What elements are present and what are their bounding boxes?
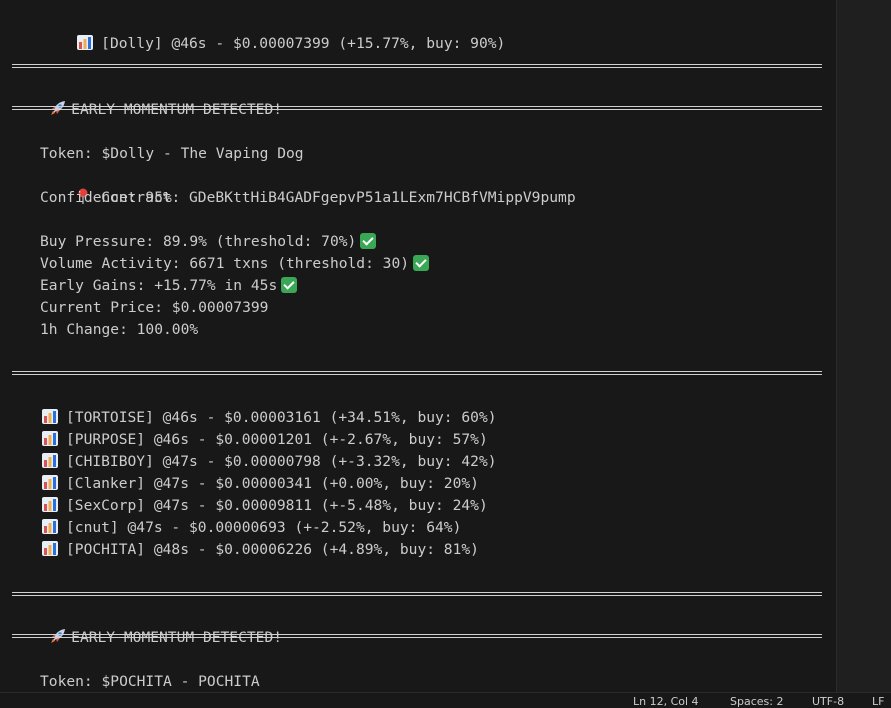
volume-line: Volume Activity: 6671 txns (threshold: 3…	[40, 253, 430, 275]
change-line: 1h Change: 100.00%	[40, 321, 199, 338]
price-tick-line: [SexCorp] @47s - $0.00009811 (+-5.48%, b…	[40, 495, 488, 517]
bar-chart-icon	[42, 541, 58, 556]
status-bar: Ln 12, Col 4 Spaces: 2 UTF-8 LF	[0, 692, 891, 708]
bar-chart-icon	[42, 497, 58, 512]
price-tick-line: [Clanker] @47s - $0.00000341 (+0.00%, bu…	[40, 473, 479, 495]
price-tick-line: [POCHITA] @48s - $0.00006226 (+4.89%, bu…	[40, 539, 479, 561]
alert-title: EARLY MOMENTUM DETECTED!	[14, 77, 282, 118]
volume-text: Volume Activity: 6671 txns (threshold: 3…	[40, 255, 410, 272]
encoding[interactable]: UTF-8	[812, 695, 844, 708]
bar-chart-icon	[77, 35, 94, 50]
bar-chart-icon	[42, 409, 58, 424]
indentation[interactable]: Spaces: 2	[730, 695, 783, 708]
bar-chart-icon	[42, 475, 58, 490]
buy-pressure-line: Buy Pressure: 89.9% (threshold: 70%)	[40, 231, 377, 253]
price-tick-line: [CHIBIBOY] @47s - $0.00000798 (+-3.32%, …	[40, 451, 497, 473]
separator	[12, 371, 822, 375]
buy-pressure-text: Buy Pressure: 89.9% (threshold: 70%)	[40, 233, 357, 250]
bar-chart-icon	[42, 431, 58, 446]
separator	[12, 106, 822, 110]
separator	[12, 64, 822, 68]
price-tick-line: [Dolly] @46s - $0.00007399 (+15.77%, buy…	[40, 11, 505, 52]
tick-text: [PURPOSE] @46s - $0.00001201 (+-2.67%, b…	[66, 431, 488, 448]
price-tick-line: [TORTOISE] @46s - $0.00003161 (+34.51%, …	[40, 407, 497, 429]
separator	[12, 592, 822, 596]
tick-text: [SexCorp] @47s - $0.00009811 (+-5.48%, b…	[66, 497, 488, 514]
tick-text: [cnut] @47s - $0.00000693 (+-2.52%, buy:…	[66, 519, 462, 536]
contract-text: Contract: GDeBKttHiB4GADFgepvP51a1LExm7H…	[101, 189, 576, 206]
check-mark-icon	[281, 277, 298, 293]
tick-text: [Clanker] @47s - $0.00000341 (+0.00%, bu…	[66, 475, 479, 492]
bar-chart-icon	[42, 519, 58, 534]
terminal-output: [Dolly] @46s - $0.00007399 (+15.77%, buy…	[0, 0, 836, 692]
gains-text: Early Gains: +15.77% in 45s	[40, 277, 278, 294]
check-mark-icon	[413, 255, 430, 271]
alert-title: EARLY MOMENTUM DETECTED!	[14, 605, 282, 646]
price-tick-line: [PURPOSE] @46s - $0.00001201 (+-2.67%, b…	[40, 429, 488, 451]
separator	[12, 634, 822, 638]
line-ending[interactable]: LF	[872, 695, 884, 708]
confidence-line: Confidence: 95%	[40, 189, 172, 206]
token-line: Token: $POCHITA - POCHITA	[40, 673, 260, 690]
gains-line: Early Gains: +15.77% in 45s	[40, 275, 298, 297]
scrollbar[interactable]	[836, 0, 891, 692]
bar-chart-icon	[42, 453, 58, 468]
contract-line: Contract: GDeBKttHiB4GADFgepvP51a1LExm7H…	[40, 165, 576, 206]
price-line: Current Price: $0.00007399	[40, 299, 269, 316]
token-line: Token: $Dolly - The Vaping Dog	[40, 145, 304, 162]
tick-text: [POCHITA] @48s - $0.00006226 (+4.89%, bu…	[66, 541, 479, 558]
tick-text: [Dolly] @46s - $0.00007399 (+15.77%, buy…	[101, 35, 506, 52]
price-tick-line: [cnut] @47s - $0.00000693 (+-2.52%, buy:…	[40, 517, 461, 539]
tick-text: [TORTOISE] @46s - $0.00003161 (+34.51%, …	[66, 409, 497, 426]
cursor-position[interactable]: Ln 12, Col 4	[633, 695, 699, 708]
tick-text: [CHIBIBOY] @47s - $0.00000798 (+-3.32%, …	[66, 453, 497, 470]
check-mark-icon	[360, 233, 377, 249]
